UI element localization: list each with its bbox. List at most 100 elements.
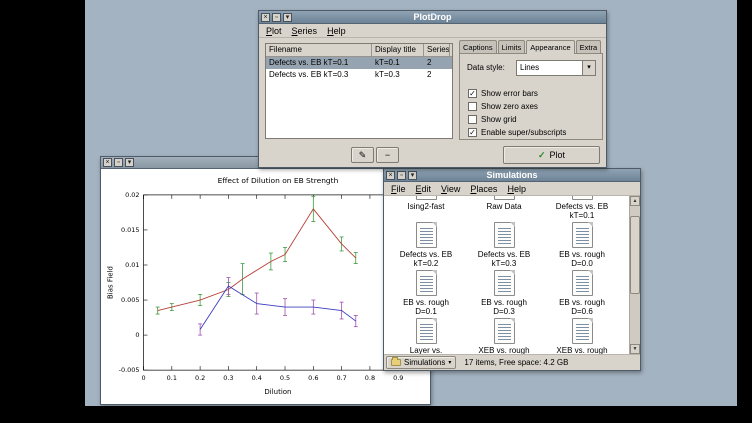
cell-filename: Defects vs. EB kT=0.1 bbox=[266, 57, 372, 69]
column-header[interactable]: Filename bbox=[266, 44, 372, 56]
file-label: XEB vs. rough bbox=[478, 346, 529, 354]
checkbox-enable-super-subscripts[interactable]: ✓ Enable super/subscripts bbox=[468, 127, 566, 138]
maximize-icon[interactable]: ▫ bbox=[272, 13, 281, 22]
scrollbar-thumb[interactable] bbox=[630, 216, 640, 294]
svg-text:0.01: 0.01 bbox=[125, 261, 139, 269]
page-fold bbox=[510, 318, 515, 323]
appearance-panel: Data style: Lines ▾ ✓Show error barsShow… bbox=[459, 53, 603, 140]
checkbox-label: Enable super/subscripts bbox=[481, 128, 566, 137]
table-row[interactable]: Defects vs. EB kT=0.1kT=0.12 bbox=[266, 57, 452, 69]
file-label: EB vs. rough D=0.6 bbox=[559, 298, 605, 316]
document-icon bbox=[572, 318, 593, 344]
tab-appearance[interactable]: Appearance bbox=[526, 40, 574, 54]
chevron-down-icon[interactable]: ▾ bbox=[582, 61, 595, 75]
checkbox-box-icon[interactable] bbox=[468, 102, 477, 111]
simulations-menubar: FileEditViewPlacesHelp bbox=[384, 182, 640, 196]
maximize-icon[interactable]: ▫ bbox=[397, 171, 406, 180]
svg-text:Effect of Dilution on EB Stren: Effect of Dilution on EB Strength bbox=[218, 176, 339, 185]
checkbox-show-grid[interactable]: Show grid bbox=[468, 114, 517, 125]
maximize-icon[interactable]: ▫ bbox=[114, 158, 123, 167]
page-fold bbox=[432, 270, 437, 275]
column-header[interactable]: Series bbox=[424, 44, 450, 56]
file-item[interactable]: Layer vs. bbox=[387, 318, 465, 354]
check-icon: ✓ bbox=[538, 150, 546, 161]
menu-plot[interactable]: Plot bbox=[261, 26, 287, 36]
scroll-down-icon[interactable]: ▼ bbox=[630, 344, 640, 354]
file-item[interactable]: EB vs. rough D=0.3 bbox=[465, 270, 543, 318]
file-item[interactable]: Defects vs. EB kT=0.2 bbox=[387, 222, 465, 270]
file-item[interactable]: Raw Data bbox=[465, 196, 543, 222]
file-item[interactable]: XEB vs. rough bbox=[543, 318, 621, 354]
plot-button[interactable]: ✓ Plot bbox=[503, 146, 600, 164]
checkbox-show-zero-axes[interactable]: Show zero axes bbox=[468, 101, 538, 112]
file-item[interactable]: EB vs. rough D=0.1 bbox=[387, 270, 465, 318]
cell-filename: Defects vs. EB kT=0.3 bbox=[266, 69, 372, 81]
column-header[interactable]: Display title bbox=[372, 44, 424, 56]
close-icon[interactable]: × bbox=[103, 158, 112, 167]
edit-series-button[interactable]: ✎ bbox=[351, 147, 374, 163]
document-text-lines bbox=[420, 324, 433, 340]
document-icon bbox=[416, 318, 437, 344]
svg-text:0.6: 0.6 bbox=[308, 374, 318, 382]
document-icon bbox=[416, 270, 437, 296]
svg-text:0.7: 0.7 bbox=[336, 374, 346, 382]
file-item[interactable]: Defects vs. EB kT=0.3 bbox=[465, 222, 543, 270]
tab-limits[interactable]: Limits bbox=[498, 40, 526, 53]
status-info: 17 items, Free space: 4.2 GB bbox=[464, 358, 568, 367]
file-label: Defects vs. EB kT=0.2 bbox=[400, 250, 452, 268]
file-label: Layer vs. bbox=[410, 346, 442, 354]
tab-extra[interactable]: Extra bbox=[576, 40, 602, 53]
svg-text:0: 0 bbox=[141, 374, 145, 382]
table-row[interactable]: Defects vs. EB kT=0.3kT=0.32 bbox=[266, 69, 452, 81]
menu-places[interactable]: Places bbox=[465, 184, 502, 194]
menu-help[interactable]: Help bbox=[502, 184, 531, 194]
document-icon bbox=[416, 222, 437, 248]
document-icon bbox=[572, 270, 593, 296]
checkbox-box-icon[interactable]: ✓ bbox=[468, 89, 477, 98]
file-item[interactable]: Ising2-fast bbox=[387, 196, 465, 222]
page-fold bbox=[432, 318, 437, 323]
file-label: EB vs. rough D=0.0 bbox=[559, 250, 605, 268]
plotdrop-titlebar[interactable]: × ▫ ▾ PlotDrop bbox=[259, 11, 606, 24]
simulations-window: × ▫ ▾ Simulations FileEditViewPlacesHelp… bbox=[383, 168, 641, 371]
window-menu-icon[interactable]: ▾ bbox=[125, 158, 134, 167]
checkbox-box-icon[interactable]: ✓ bbox=[468, 128, 477, 137]
eb-strength-chart: 00.10.20.30.40.50.60.70.80.9-0.00500.005… bbox=[101, 169, 430, 404]
checkbox-show-error-bars[interactable]: ✓Show error bars bbox=[468, 88, 538, 99]
file-label: Defects vs. EB kT=0.1 bbox=[556, 202, 608, 220]
svg-text:0.8: 0.8 bbox=[365, 374, 375, 382]
file-label: Raw Data bbox=[486, 202, 521, 211]
icon-viewport: Ising2-fast Raw Data Defects vs. EB kT=0.1… bbox=[384, 196, 629, 354]
file-item[interactable]: XEB vs. rough bbox=[465, 318, 543, 354]
icon-grid: Ising2-fast Raw Data Defects vs. EB kT=0.1… bbox=[387, 196, 621, 354]
menu-edit[interactable]: Edit bbox=[411, 184, 437, 194]
tab-captions[interactable]: Captions bbox=[459, 40, 497, 53]
checkbox-box-icon[interactable] bbox=[468, 115, 477, 124]
file-label: Defects vs. EB kT=0.3 bbox=[478, 250, 530, 268]
location-button[interactable]: Simulations ▾ bbox=[386, 356, 456, 369]
menu-file[interactable]: File bbox=[386, 184, 411, 194]
chevron-down-icon: ▾ bbox=[448, 359, 451, 366]
window-menu-icon[interactable]: ▾ bbox=[283, 13, 292, 22]
menu-series[interactable]: Series bbox=[287, 26, 323, 36]
close-icon[interactable]: × bbox=[261, 13, 270, 22]
screen: × ▫ ▾ 00.10.20.30.40.50.60.70.80.9-0.005… bbox=[0, 0, 752, 423]
plot-canvas: 00.10.20.30.40.50.60.70.80.9-0.00500.005… bbox=[101, 169, 430, 404]
data-style-value: Lines bbox=[517, 61, 582, 75]
simulations-titlebar[interactable]: × ▫ ▾ Simulations bbox=[384, 169, 640, 182]
remove-series-button[interactable]: − bbox=[376, 147, 399, 163]
menu-help[interactable]: Help bbox=[322, 26, 351, 36]
scroll-up-icon[interactable]: ▲ bbox=[630, 196, 640, 206]
file-item[interactable]: Defects vs. EB kT=0.1 bbox=[543, 196, 621, 222]
file-item[interactable]: EB vs. rough D=0.0 bbox=[543, 222, 621, 270]
vertical-scrollbar[interactable]: ▲ ▼ bbox=[629, 196, 640, 354]
plotdrop-menubar: PlotSeriesHelp bbox=[259, 24, 606, 38]
document-icon bbox=[494, 318, 515, 344]
data-style-select[interactable]: Lines ▾ bbox=[516, 60, 596, 76]
file-item[interactable]: EB vs. rough D=0.6 bbox=[543, 270, 621, 318]
window-menu-icon[interactable]: ▾ bbox=[408, 171, 417, 180]
svg-text:0.5: 0.5 bbox=[280, 374, 290, 382]
menu-view[interactable]: View bbox=[436, 184, 465, 194]
close-icon[interactable]: × bbox=[386, 171, 395, 180]
plotdrop-body: FilenameDisplay titleSeries Defects vs. … bbox=[259, 38, 606, 167]
